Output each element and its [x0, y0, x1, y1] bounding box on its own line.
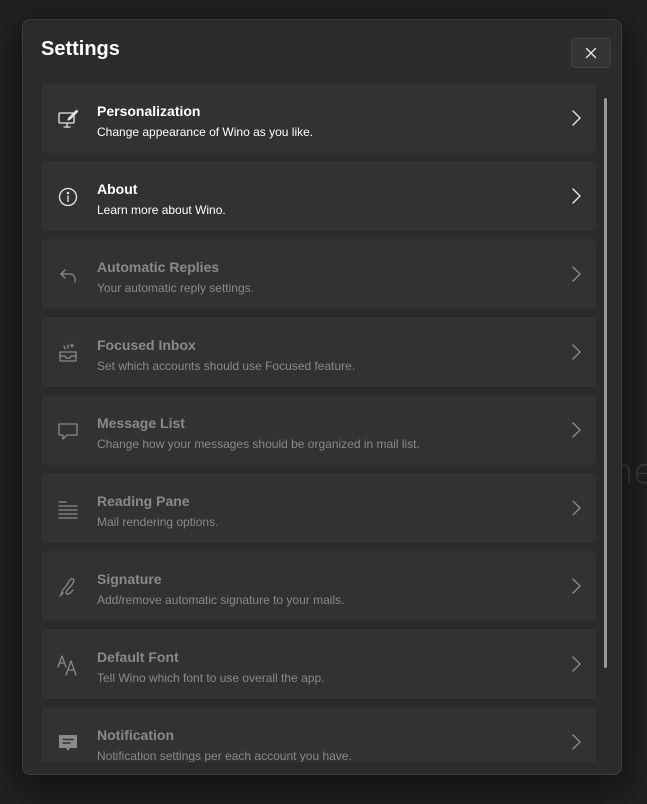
focused-inbox-icon: [56, 341, 80, 365]
settings-item-automatic-replies[interactable]: Automatic Replies Your automatic reply s…: [41, 238, 597, 310]
settings-item-label: Signature: [97, 571, 162, 587]
settings-item-label: Default Font: [97, 649, 179, 665]
settings-item-default-font[interactable]: Default Font Tell Wino which font to use…: [41, 628, 597, 700]
chevron-right-icon: [568, 109, 584, 127]
settings-item-description: Your automatic reply settings.: [97, 281, 254, 295]
close-button[interactable]: [571, 38, 611, 68]
settings-item-description: Add/remove automatic signature to your m…: [97, 593, 345, 607]
settings-item-label: Personalization: [97, 103, 201, 119]
chevron-right-icon: [568, 577, 584, 595]
settings-item-label: Reading Pane: [97, 493, 190, 509]
settings-item-about[interactable]: About Learn more about Wino.: [41, 160, 597, 232]
settings-item-personalization[interactable]: Personalization Change appearance of Win…: [41, 82, 597, 154]
settings-item-description: Change how your messages should be organ…: [97, 437, 420, 451]
chevron-right-icon: [568, 265, 584, 283]
settings-item-focused-inbox[interactable]: Focused Inbox Set which accounts should …: [41, 316, 597, 388]
settings-item-description: Change appearance of Wino as you like.: [97, 125, 314, 139]
settings-item-description: Mail rendering options.: [97, 515, 219, 529]
close-icon: [585, 47, 597, 59]
settings-item-signature[interactable]: Signature Add/remove automatic signature…: [41, 550, 597, 622]
chevron-right-icon: [568, 655, 584, 673]
settings-item-label: About: [97, 181, 138, 197]
paint-monitor-icon: [56, 107, 80, 131]
settings-item-description: Notification settings per each account y…: [97, 749, 352, 762]
settings-item-description: Tell Wino which font to use overall the …: [97, 671, 325, 685]
settings-list: Personalization Change appearance of Win…: [41, 82, 597, 762]
chevron-right-icon: [568, 499, 584, 517]
chevron-right-icon: [568, 733, 584, 751]
settings-item-label: Message List: [97, 415, 185, 431]
settings-item-description: Set which accounts should use Focused fe…: [97, 359, 356, 373]
signature-icon: [56, 575, 80, 599]
chevron-right-icon: [568, 343, 584, 361]
notification-icon: [56, 731, 80, 755]
settings-item-label: Automatic Replies: [97, 259, 220, 275]
chevron-right-icon: [568, 187, 584, 205]
vertical-scrollbar[interactable]: [604, 98, 607, 668]
message-list-icon: [56, 419, 80, 443]
dialog-title: Settings: [41, 38, 120, 60]
settings-item-notification[interactable]: Notification Notification settings per e…: [41, 706, 597, 762]
settings-item-description: Learn more about Wino.: [97, 203, 226, 217]
settings-dialog: Settings Personalization Change appearan…: [22, 19, 622, 775]
reading-pane-icon: [56, 497, 80, 521]
reply-icon: [56, 263, 80, 287]
font-icon: [56, 653, 80, 677]
settings-item-reading-pane[interactable]: Reading Pane Mail rendering options.: [41, 472, 597, 544]
chevron-right-icon: [568, 421, 584, 439]
settings-item-message-list[interactable]: Message List Change how your messages sh…: [41, 394, 597, 466]
info-icon: [56, 185, 80, 209]
settings-item-label: Notification: [97, 727, 174, 743]
settings-item-label: Focused Inbox: [97, 337, 196, 353]
